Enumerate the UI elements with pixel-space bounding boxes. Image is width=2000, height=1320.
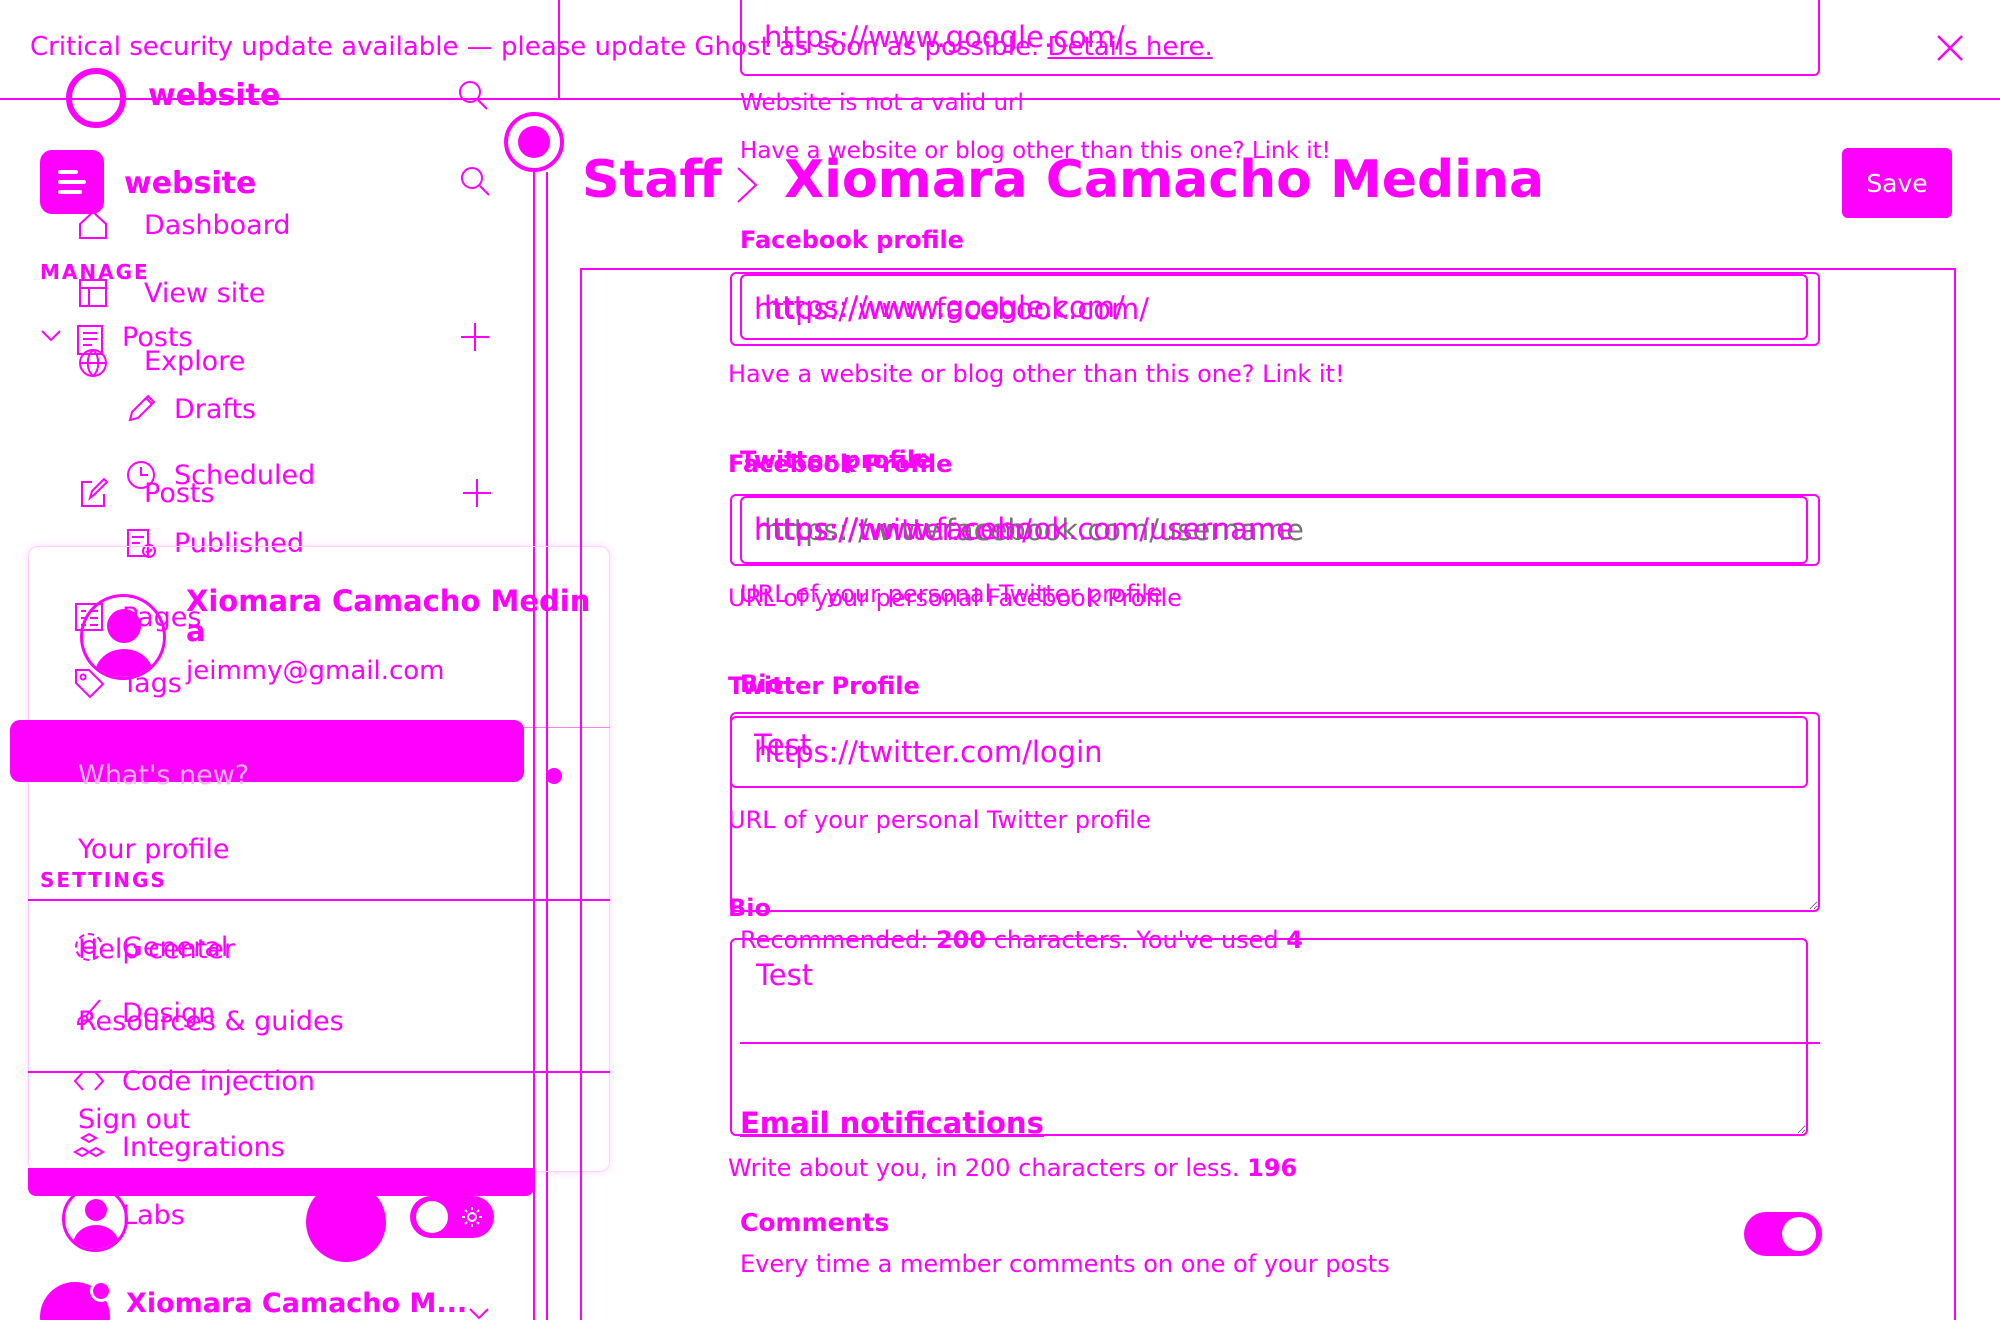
pencil-icon bbox=[124, 392, 158, 426]
sidebar-item-labs[interactable]: Labs bbox=[122, 1200, 185, 1231]
bio-hint-count: 196 bbox=[1247, 1154, 1298, 1182]
theme-toggle[interactable] bbox=[410, 1196, 494, 1238]
add-post-icon[interactable] bbox=[460, 476, 494, 510]
menu-user-name-1: Xiomara Camacho Medin bbox=[186, 584, 591, 618]
chevron-right-icon bbox=[730, 164, 764, 206]
menu-avatar bbox=[80, 594, 166, 680]
twitter-input[interactable] bbox=[730, 716, 1808, 788]
website-error: Website is not a valid url bbox=[740, 90, 1024, 116]
layout-icon bbox=[76, 276, 110, 310]
sidebar-item-drafts[interactable]: Drafts bbox=[174, 394, 256, 425]
website-input[interactable] bbox=[740, 0, 1820, 76]
sidebar-item-view-site[interactable]: View site bbox=[144, 278, 265, 309]
search-icon[interactable] bbox=[458, 164, 492, 198]
save-button[interactable]: Save bbox=[1842, 148, 1952, 218]
resize-handle[interactable] bbox=[504, 112, 564, 172]
sidebar-item-scheduled[interactable]: Scheduled bbox=[174, 460, 315, 491]
chevron-down-icon[interactable] bbox=[38, 322, 64, 348]
edit-icon bbox=[76, 476, 110, 510]
sidebar-item-explore[interactable]: Explore bbox=[144, 346, 245, 377]
menu-item-whats-new[interactable]: What's new? bbox=[78, 760, 249, 791]
home-icon bbox=[76, 208, 110, 242]
facebook-label-main: Facebook Profile bbox=[728, 450, 953, 478]
menu-divider-1 bbox=[28, 899, 610, 901]
footer-user-name[interactable]: Xiomara Camacho M... bbox=[126, 1288, 467, 1319]
brand-name-ghost[interactable]: website bbox=[148, 78, 280, 113]
menu-item-help-center[interactable]: Help center bbox=[78, 934, 235, 965]
menu-divider-v bbox=[533, 547, 535, 1173]
bio-hint-text: Write about you, in 200 characters or le… bbox=[728, 1154, 1240, 1182]
globe-icon bbox=[76, 346, 110, 380]
sidebar-item-dashboard[interactable]: Dashboard bbox=[144, 210, 290, 241]
brand-logo[interactable] bbox=[40, 150, 104, 214]
facebook-label: Facebook profile bbox=[740, 226, 964, 254]
comments-toggle[interactable] bbox=[1744, 1212, 1822, 1256]
bio-hint: Write about you, in 200 characters or le… bbox=[728, 1154, 1297, 1182]
menu-bottom-bar bbox=[28, 1168, 534, 1196]
footer-avatar-dot bbox=[90, 1280, 112, 1302]
bio-textarea[interactable]: Test bbox=[730, 938, 1808, 1136]
facebook-hint: URL of your personal Facebook Profile bbox=[728, 584, 1182, 612]
chevron-down-icon[interactable] bbox=[466, 1300, 492, 1320]
facebook-placeholder-text: https://www.facebook.com/username bbox=[754, 512, 1295, 546]
website-hint: Have a website or blog other than this o… bbox=[740, 138, 1331, 164]
brand-logo-ghost[interactable] bbox=[66, 68, 126, 128]
facebook-hint-ghost: Have a website or blog other than this o… bbox=[728, 360, 1345, 388]
menu-item-resources[interactable]: Resources & guides bbox=[78, 1006, 344, 1037]
add-post-icon[interactable] bbox=[458, 320, 492, 354]
website-input-main[interactable] bbox=[740, 274, 1808, 340]
clock-icon bbox=[124, 458, 158, 492]
brand-name[interactable]: website bbox=[124, 166, 256, 201]
bio-label: Bio bbox=[728, 894, 772, 922]
sidebar-divider-a bbox=[558, 0, 560, 100]
menu-item-sign-out[interactable]: Sign out bbox=[78, 1104, 190, 1135]
breadcrumb-staff[interactable]: Staff bbox=[582, 150, 722, 210]
search-icon[interactable] bbox=[456, 78, 490, 112]
whats-new-dot bbox=[546, 768, 562, 784]
twitter-hint: URL of your personal Twitter profile bbox=[728, 806, 1151, 834]
close-banner-icon[interactable] bbox=[1934, 32, 1966, 64]
twitter-label-main: Twitter Profile bbox=[728, 672, 920, 700]
menu-row-line bbox=[28, 727, 610, 728]
comments-label: Comments bbox=[740, 1208, 890, 1237]
menu-user-email: jeimmy@gmail.com bbox=[186, 656, 445, 686]
sun-icon bbox=[462, 1207, 482, 1227]
menu-divider-2 bbox=[28, 1071, 610, 1073]
menu-user-name-2: a bbox=[186, 614, 206, 648]
comments-desc: Every time a member comments on one of y… bbox=[740, 1250, 1390, 1278]
menu-item-your-profile[interactable]: Your profile bbox=[78, 834, 230, 865]
